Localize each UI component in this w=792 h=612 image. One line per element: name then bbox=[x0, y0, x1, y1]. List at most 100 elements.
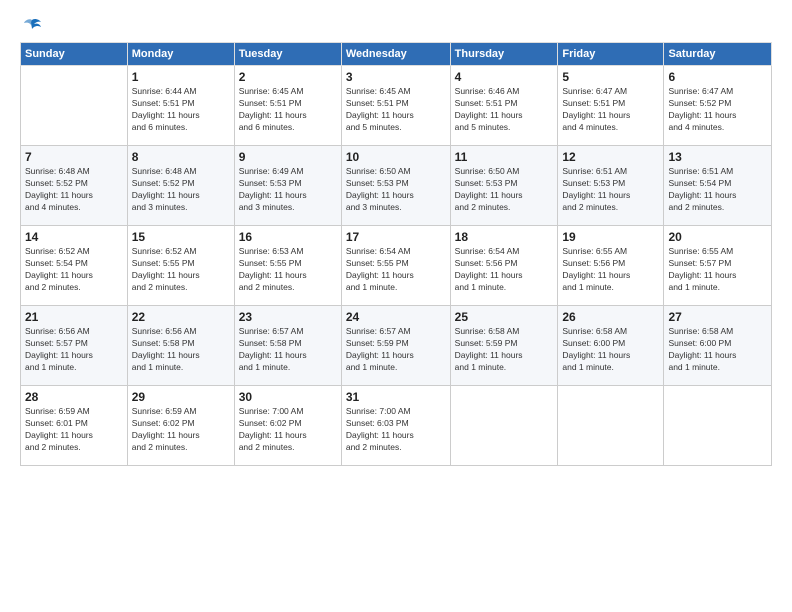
cell-content: 31 Sunrise: 7:00 AM Sunset: 6:03 PM Dayli… bbox=[346, 390, 446, 454]
cell-info: Sunrise: 6:57 AM Sunset: 5:59 PM Dayligh… bbox=[346, 326, 446, 374]
calendar-cell: 14Sunrise: 6:52 AM Sunset: 5:54 PM Dayli… bbox=[21, 226, 128, 306]
day-number: 2 bbox=[239, 70, 337, 84]
calendar-cell: 28Sunrise: 6:59 AM Sunset: 6:01 PM Dayli… bbox=[21, 386, 128, 466]
calendar-cell: 20 Sunrise: 6:55 AM Sunset: 5:57 PM Dayli… bbox=[664, 226, 772, 306]
cell-content: 16Sunrise: 6:53 AM Sunset: 5:55 PM Dayli… bbox=[239, 230, 337, 294]
day-number: 21 bbox=[25, 310, 123, 324]
page: Sunday Monday Tuesday Wednesday Thursday… bbox=[0, 0, 792, 612]
cell-info: Sunrise: 6:47 AM Sunset: 5:51 PM Dayligh… bbox=[562, 86, 659, 134]
header bbox=[20, 18, 772, 34]
cell-content: 11Sunrise: 6:50 AM Sunset: 5:53 PM Dayli… bbox=[455, 150, 554, 214]
col-tuesday: Tuesday bbox=[234, 43, 341, 66]
calendar-cell: 13 Sunrise: 6:51 AM Sunset: 5:54 PM Dayli… bbox=[664, 146, 772, 226]
calendar-week-row: 28Sunrise: 6:59 AM Sunset: 6:01 PM Dayli… bbox=[21, 386, 772, 466]
logo bbox=[20, 18, 43, 34]
cell-info: Sunrise: 6:57 AM Sunset: 5:58 PM Dayligh… bbox=[239, 326, 337, 374]
day-number: 20 bbox=[668, 230, 767, 244]
cell-content: 28Sunrise: 6:59 AM Sunset: 6:01 PM Dayli… bbox=[25, 390, 123, 454]
cell-content: 10Sunrise: 6:50 AM Sunset: 5:53 PM Dayli… bbox=[346, 150, 446, 214]
cell-content: 18Sunrise: 6:54 AM Sunset: 5:56 PM Dayli… bbox=[455, 230, 554, 294]
calendar-cell: 12Sunrise: 6:51 AM Sunset: 5:53 PM Dayli… bbox=[558, 146, 664, 226]
col-monday: Monday bbox=[127, 43, 234, 66]
cell-content: 9Sunrise: 6:49 AM Sunset: 5:53 PM Daylig… bbox=[239, 150, 337, 214]
cell-info: Sunrise: 6:48 AM Sunset: 5:52 PM Dayligh… bbox=[25, 166, 123, 214]
calendar-cell: 16Sunrise: 6:53 AM Sunset: 5:55 PM Dayli… bbox=[234, 226, 341, 306]
cell-content: 5 Sunrise: 6:47 AM Sunset: 5:51 PM Daylig… bbox=[562, 70, 659, 134]
calendar-cell: 15Sunrise: 6:52 AM Sunset: 5:55 PM Dayli… bbox=[127, 226, 234, 306]
cell-info: Sunrise: 6:58 AM Sunset: 6:00 PM Dayligh… bbox=[562, 326, 659, 374]
day-number: 30 bbox=[239, 390, 337, 404]
day-number: 15 bbox=[132, 230, 230, 244]
calendar-cell: 6Sunrise: 6:47 AM Sunset: 5:52 PM Daylig… bbox=[664, 66, 772, 146]
cell-content: 27Sunrise: 6:58 AM Sunset: 6:00 PM Dayli… bbox=[668, 310, 767, 374]
cell-info: Sunrise: 6:54 AM Sunset: 5:56 PM Dayligh… bbox=[455, 246, 554, 294]
calendar-week-row: 7Sunrise: 6:48 AM Sunset: 5:52 PM Daylig… bbox=[21, 146, 772, 226]
cell-content: 4Sunrise: 6:46 AM Sunset: 5:51 PM Daylig… bbox=[455, 70, 554, 134]
calendar-cell: 2 Sunrise: 6:45 AM Sunset: 5:51 PM Daylig… bbox=[234, 66, 341, 146]
cell-content: 14Sunrise: 6:52 AM Sunset: 5:54 PM Dayli… bbox=[25, 230, 123, 294]
calendar-cell: 31 Sunrise: 7:00 AM Sunset: 6:03 PM Dayli… bbox=[341, 386, 450, 466]
cell-content: 7Sunrise: 6:48 AM Sunset: 5:52 PM Daylig… bbox=[25, 150, 123, 214]
col-friday: Friday bbox=[558, 43, 664, 66]
cell-content: 22Sunrise: 6:56 AM Sunset: 5:58 PM Dayli… bbox=[132, 310, 230, 374]
calendar-cell bbox=[664, 386, 772, 466]
calendar-cell: 3Sunrise: 6:45 AM Sunset: 5:51 PM Daylig… bbox=[341, 66, 450, 146]
cell-content: 13 Sunrise: 6:51 AM Sunset: 5:54 PM Dayli… bbox=[668, 150, 767, 214]
day-number: 9 bbox=[239, 150, 337, 164]
cell-info: Sunrise: 7:00 AM Sunset: 6:03 PM Dayligh… bbox=[346, 406, 446, 454]
calendar-table: Sunday Monday Tuesday Wednesday Thursday… bbox=[20, 42, 772, 466]
day-number: 1 bbox=[132, 70, 230, 84]
day-number: 5 bbox=[562, 70, 659, 84]
calendar-cell: 10Sunrise: 6:50 AM Sunset: 5:53 PM Dayli… bbox=[341, 146, 450, 226]
cell-info: Sunrise: 6:51 AM Sunset: 5:53 PM Dayligh… bbox=[562, 166, 659, 214]
calendar-cell: 7Sunrise: 6:48 AM Sunset: 5:52 PM Daylig… bbox=[21, 146, 128, 226]
calendar-cell bbox=[450, 386, 558, 466]
cell-content: 2 Sunrise: 6:45 AM Sunset: 5:51 PM Daylig… bbox=[239, 70, 337, 134]
cell-info: Sunrise: 6:53 AM Sunset: 5:55 PM Dayligh… bbox=[239, 246, 337, 294]
day-number: 31 bbox=[346, 390, 446, 404]
cell-info: Sunrise: 6:46 AM Sunset: 5:51 PM Dayligh… bbox=[455, 86, 554, 134]
calendar-cell: 1Sunrise: 6:44 AM Sunset: 5:51 PM Daylig… bbox=[127, 66, 234, 146]
cell-info: Sunrise: 6:47 AM Sunset: 5:52 PM Dayligh… bbox=[668, 86, 767, 134]
cell-info: Sunrise: 6:45 AM Sunset: 5:51 PM Dayligh… bbox=[346, 86, 446, 134]
cell-info: Sunrise: 6:58 AM Sunset: 5:59 PM Dayligh… bbox=[455, 326, 554, 374]
calendar-cell: 30 Sunrise: 7:00 AM Sunset: 6:02 PM Dayli… bbox=[234, 386, 341, 466]
cell-info: Sunrise: 6:55 AM Sunset: 5:57 PM Dayligh… bbox=[668, 246, 767, 294]
day-number: 10 bbox=[346, 150, 446, 164]
cell-info: Sunrise: 6:59 AM Sunset: 6:02 PM Dayligh… bbox=[132, 406, 230, 454]
logo-bird-icon bbox=[21, 18, 43, 36]
calendar-cell: 29Sunrise: 6:59 AM Sunset: 6:02 PM Dayli… bbox=[127, 386, 234, 466]
cell-content: 25Sunrise: 6:58 AM Sunset: 5:59 PM Dayli… bbox=[455, 310, 554, 374]
day-number: 22 bbox=[132, 310, 230, 324]
calendar-cell: 25Sunrise: 6:58 AM Sunset: 5:59 PM Dayli… bbox=[450, 306, 558, 386]
cell-info: Sunrise: 6:59 AM Sunset: 6:01 PM Dayligh… bbox=[25, 406, 123, 454]
cell-info: Sunrise: 6:56 AM Sunset: 5:57 PM Dayligh… bbox=[25, 326, 123, 374]
calendar-header-row: Sunday Monday Tuesday Wednesday Thursday… bbox=[21, 43, 772, 66]
col-sunday: Sunday bbox=[21, 43, 128, 66]
cell-info: Sunrise: 6:45 AM Sunset: 5:51 PM Dayligh… bbox=[239, 86, 337, 134]
day-number: 13 bbox=[668, 150, 767, 164]
calendar-week-row: 14Sunrise: 6:52 AM Sunset: 5:54 PM Dayli… bbox=[21, 226, 772, 306]
calendar-cell: 24 Sunrise: 6:57 AM Sunset: 5:59 PM Dayli… bbox=[341, 306, 450, 386]
calendar-cell: 26Sunrise: 6:58 AM Sunset: 6:00 PM Dayli… bbox=[558, 306, 664, 386]
cell-info: Sunrise: 6:54 AM Sunset: 5:55 PM Dayligh… bbox=[346, 246, 446, 294]
day-number: 23 bbox=[239, 310, 337, 324]
cell-content: 1Sunrise: 6:44 AM Sunset: 5:51 PM Daylig… bbox=[132, 70, 230, 134]
calendar-cell bbox=[558, 386, 664, 466]
calendar-cell: 19Sunrise: 6:55 AM Sunset: 5:56 PM Dayli… bbox=[558, 226, 664, 306]
cell-content: 30 Sunrise: 7:00 AM Sunset: 6:02 PM Dayli… bbox=[239, 390, 337, 454]
calendar-cell: 4Sunrise: 6:46 AM Sunset: 5:51 PM Daylig… bbox=[450, 66, 558, 146]
cell-info: Sunrise: 6:51 AM Sunset: 5:54 PM Dayligh… bbox=[668, 166, 767, 214]
cell-info: Sunrise: 6:48 AM Sunset: 5:52 PM Dayligh… bbox=[132, 166, 230, 214]
cell-content: 20 Sunrise: 6:55 AM Sunset: 5:57 PM Dayli… bbox=[668, 230, 767, 294]
calendar-cell: 27Sunrise: 6:58 AM Sunset: 6:00 PM Dayli… bbox=[664, 306, 772, 386]
cell-info: Sunrise: 6:50 AM Sunset: 5:53 PM Dayligh… bbox=[455, 166, 554, 214]
calendar-cell: 22Sunrise: 6:56 AM Sunset: 5:58 PM Dayli… bbox=[127, 306, 234, 386]
cell-info: Sunrise: 7:00 AM Sunset: 6:02 PM Dayligh… bbox=[239, 406, 337, 454]
day-number: 17 bbox=[346, 230, 446, 244]
day-number: 27 bbox=[668, 310, 767, 324]
calendar-cell bbox=[21, 66, 128, 146]
cell-content: 8Sunrise: 6:48 AM Sunset: 5:52 PM Daylig… bbox=[132, 150, 230, 214]
day-number: 24 bbox=[346, 310, 446, 324]
cell-content: 21 Sunrise: 6:56 AM Sunset: 5:57 PM Dayli… bbox=[25, 310, 123, 374]
